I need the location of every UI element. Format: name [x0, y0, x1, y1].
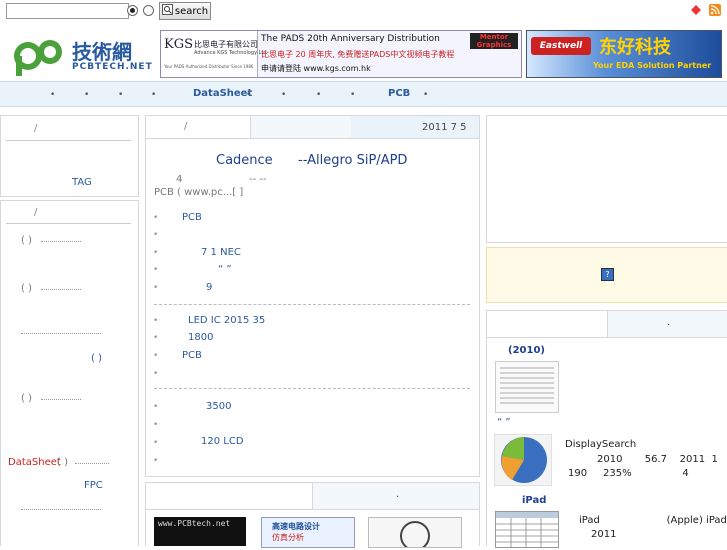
- nav-item[interactable]: •: [423, 90, 428, 100]
- news-item[interactable]: 7 1 NEC: [201, 247, 241, 258]
- image-tabs: .: [146, 483, 479, 510]
- nav-item[interactable]: •: [246, 90, 251, 100]
- left-item[interactable]: ( ): [21, 235, 32, 246]
- thumbnail-cadence[interactable]: 高速电路设计 仿真分析: [261, 517, 355, 548]
- kgs-signup: 申请请登陆 www.kgs.com.hk: [261, 64, 371, 73]
- search-button-label: search: [174, 5, 209, 17]
- headline-a[interactable]: Cadence: [216, 153, 273, 168]
- eastwell-banner[interactable]: Eastwell 东好科技 Your EDA Solution Partner: [526, 30, 722, 78]
- image-tab-dot[interactable]: .: [396, 489, 399, 500]
- tag-link[interactable]: TAG: [72, 177, 92, 188]
- nav-item[interactable]: •: [84, 90, 89, 100]
- news-tabs: / 2011 7 5: [146, 116, 479, 139]
- nav-item-pcb[interactable]: PCB: [388, 88, 410, 99]
- kgs-banner[interactable]: KGS 比思电子有限公司 Advance KGS Technology Ltd …: [160, 30, 522, 78]
- nav-item[interactable]: •: [118, 90, 123, 100]
- right-tabs: .: [487, 311, 727, 338]
- mentor-logo: Mentor Graphics: [470, 33, 518, 49]
- nav-item[interactable]: •: [316, 90, 321, 100]
- right-tab-dot[interactable]: .: [667, 317, 670, 328]
- nav-item[interactable]: •: [50, 90, 55, 100]
- datasheet-paren: ( ): [57, 457, 68, 468]
- search-button[interactable]: search: [159, 2, 211, 20]
- eastwell-slogan: Your EDA Solution Partner: [593, 61, 712, 70]
- news-item[interactable]: 3500: [206, 401, 231, 412]
- left-item[interactable]: ( ): [21, 283, 32, 294]
- ipad-line-2: 2011: [591, 529, 617, 540]
- ds-line-2: 190 235% 4: [568, 468, 689, 479]
- logo-site: PCBTECH.NET: [72, 62, 153, 72]
- headline-sub-b: -- --: [249, 174, 267, 185]
- pie-thumbnail[interactable]: [493, 433, 553, 487]
- thumbnail-seal[interactable]: [368, 517, 462, 550]
- news-item[interactable]: 9: [206, 282, 212, 293]
- help-icon[interactable]: ?: [601, 268, 614, 281]
- ds-title[interactable]: DisplaySearch: [565, 439, 636, 450]
- eastwell-brand: Eastwell: [531, 37, 591, 55]
- eastwell-name: 东好科技: [599, 37, 671, 58]
- right-news-panel: . (2010) “ ” DisplaySearch 2010 56.7 201…: [486, 310, 727, 548]
- nav-item-datasheet[interactable]: DataSheet: [193, 88, 252, 99]
- news-item[interactable]: LED IC 2015 35: [188, 315, 265, 326]
- headline-sub-a: 4: [176, 174, 183, 185]
- kgs-company-en: Advance KGS Technology Ltd: [194, 50, 267, 56]
- news-item[interactable]: “ ”: [218, 264, 232, 275]
- logo-name: 技術網: [72, 40, 132, 64]
- left-head-2: /: [34, 207, 38, 218]
- ipad-title[interactable]: iPad: [522, 495, 546, 506]
- report-title[interactable]: (2010): [508, 345, 545, 356]
- news-tab-head[interactable]: /: [184, 121, 187, 132]
- left-item[interactable]: ( ): [21, 393, 32, 404]
- right-promo-panel: ?: [486, 247, 727, 303]
- kgs-headline: The PADS 20th Anniversary Distribution: [261, 34, 440, 44]
- nav-item[interactable]: •: [151, 90, 156, 100]
- left-panel-list: / ( ) ( ) ( ) ( ) DataSheet ( ) FPC: [0, 200, 139, 546]
- fpc-link[interactable]: FPC: [84, 480, 103, 491]
- report-thumbnail[interactable]: [495, 361, 559, 413]
- headline-b[interactable]: --Allegro SiP/APD: [298, 153, 407, 168]
- left-item[interactable]: ( ): [91, 353, 102, 364]
- nav-item[interactable]: •: [350, 90, 355, 100]
- thumbnail-pcbtech[interactable]: www.PCBtech.net: [154, 517, 246, 546]
- left-head-1: /: [34, 123, 38, 134]
- left-panel-top: / TAG: [0, 115, 139, 197]
- news-item[interactable]: PCB: [182, 350, 202, 361]
- nav-item[interactable]: •: [281, 90, 286, 100]
- ipad-thumbnail[interactable]: [495, 511, 559, 548]
- news-panel: / 2011 7 5 Cadence --Allegro SiP/APD 4 -…: [145, 115, 480, 477]
- kgs-company-cn: 比思电子有限公司: [194, 40, 258, 49]
- site-logo[interactable]: 技術網 PCBTECH.NET: [10, 32, 153, 78]
- kgs-promo: 比思电子 20 周年庆, 免费赠送PADS中文视频电子教程: [261, 50, 455, 59]
- headline-source[interactable]: PCB ( www.pc...[ ]: [154, 187, 243, 198]
- news-item[interactable]: 120 LCD: [201, 436, 244, 447]
- image-panel: . www.PCBtech.net 高速电路设计 仿真分析: [145, 482, 480, 550]
- quote-link[interactable]: “ ”: [497, 417, 511, 428]
- search-icon: [161, 4, 173, 18]
- search-scope-radio-1[interactable]: [127, 5, 138, 16]
- news-item[interactable]: 1800: [188, 332, 213, 343]
- search-scope-radio-2[interactable]: [143, 5, 154, 16]
- kgs-brand: KGS: [164, 37, 194, 52]
- main-nav: • • • • DataSheet • • • • PCB •: [0, 81, 727, 107]
- news-date: 2011 7 5: [422, 122, 467, 133]
- bookmark-icon[interactable]: [691, 5, 701, 15]
- ds-line-1: 2010 56.7 2011 1: [597, 454, 718, 465]
- datasheet-link[interactable]: DataSheet: [8, 457, 61, 468]
- news-item[interactable]: PCB: [182, 212, 202, 223]
- right-ad-panel: [486, 115, 727, 243]
- rss-icon[interactable]: [709, 4, 721, 16]
- kgs-authorized: Your PADS Authorized Distributor Since 1…: [164, 64, 254, 69]
- search-input[interactable]: [6, 3, 129, 19]
- ipad-line-1: iPad (Apple) iPad: [579, 515, 727, 526]
